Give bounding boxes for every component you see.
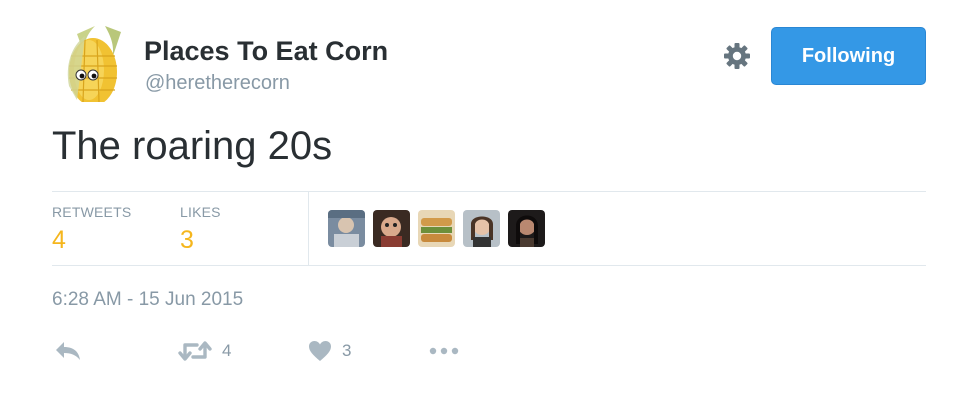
more-options-button[interactable] bbox=[428, 336, 462, 366]
stats-vertical-divider bbox=[308, 192, 309, 265]
user-handle[interactable]: @heretherecorn bbox=[145, 72, 290, 95]
liker-avatar-1[interactable] bbox=[328, 210, 365, 247]
reply-icon bbox=[56, 342, 80, 360]
retweets-stat[interactable]: RETWEETS 4 bbox=[52, 204, 131, 255]
following-button[interactable]: Following bbox=[771, 27, 926, 85]
liker-avatars bbox=[328, 210, 545, 247]
like-count: 3 bbox=[342, 341, 352, 360]
tweet-text: The roaring 20s bbox=[52, 124, 333, 168]
liker-avatar-4[interactable] bbox=[463, 210, 500, 247]
retweet-button[interactable]: 4 bbox=[178, 336, 231, 366]
profile-avatar[interactable] bbox=[55, 26, 129, 102]
gear-icon[interactable] bbox=[722, 41, 752, 71]
likes-label: LIKES bbox=[180, 204, 221, 220]
corn-avatar-icon bbox=[55, 26, 129, 102]
liker-avatar-5[interactable] bbox=[508, 210, 545, 247]
likes-count: 3 bbox=[180, 226, 194, 254]
heart-icon bbox=[309, 341, 331, 361]
retweet-count: 4 bbox=[222, 341, 232, 360]
stats-top-divider bbox=[52, 191, 926, 192]
retweets-label: RETWEETS bbox=[52, 204, 132, 220]
like-button[interactable]: 3 bbox=[308, 336, 351, 366]
stats-bottom-divider bbox=[52, 265, 926, 266]
tweet-timestamp[interactable]: 6:28 AM - 15 Jun 2015 bbox=[52, 289, 243, 311]
retweet-icon bbox=[178, 341, 212, 361]
liker-avatar-3[interactable] bbox=[418, 210, 455, 247]
display-name[interactable]: Places To Eat Corn bbox=[144, 36, 388, 67]
retweets-count: 4 bbox=[52, 226, 66, 254]
reply-button[interactable] bbox=[54, 336, 82, 366]
likes-stat[interactable]: LIKES 3 bbox=[180, 204, 221, 255]
more-dots-icon bbox=[429, 347, 459, 355]
liker-avatar-2[interactable] bbox=[373, 210, 410, 247]
